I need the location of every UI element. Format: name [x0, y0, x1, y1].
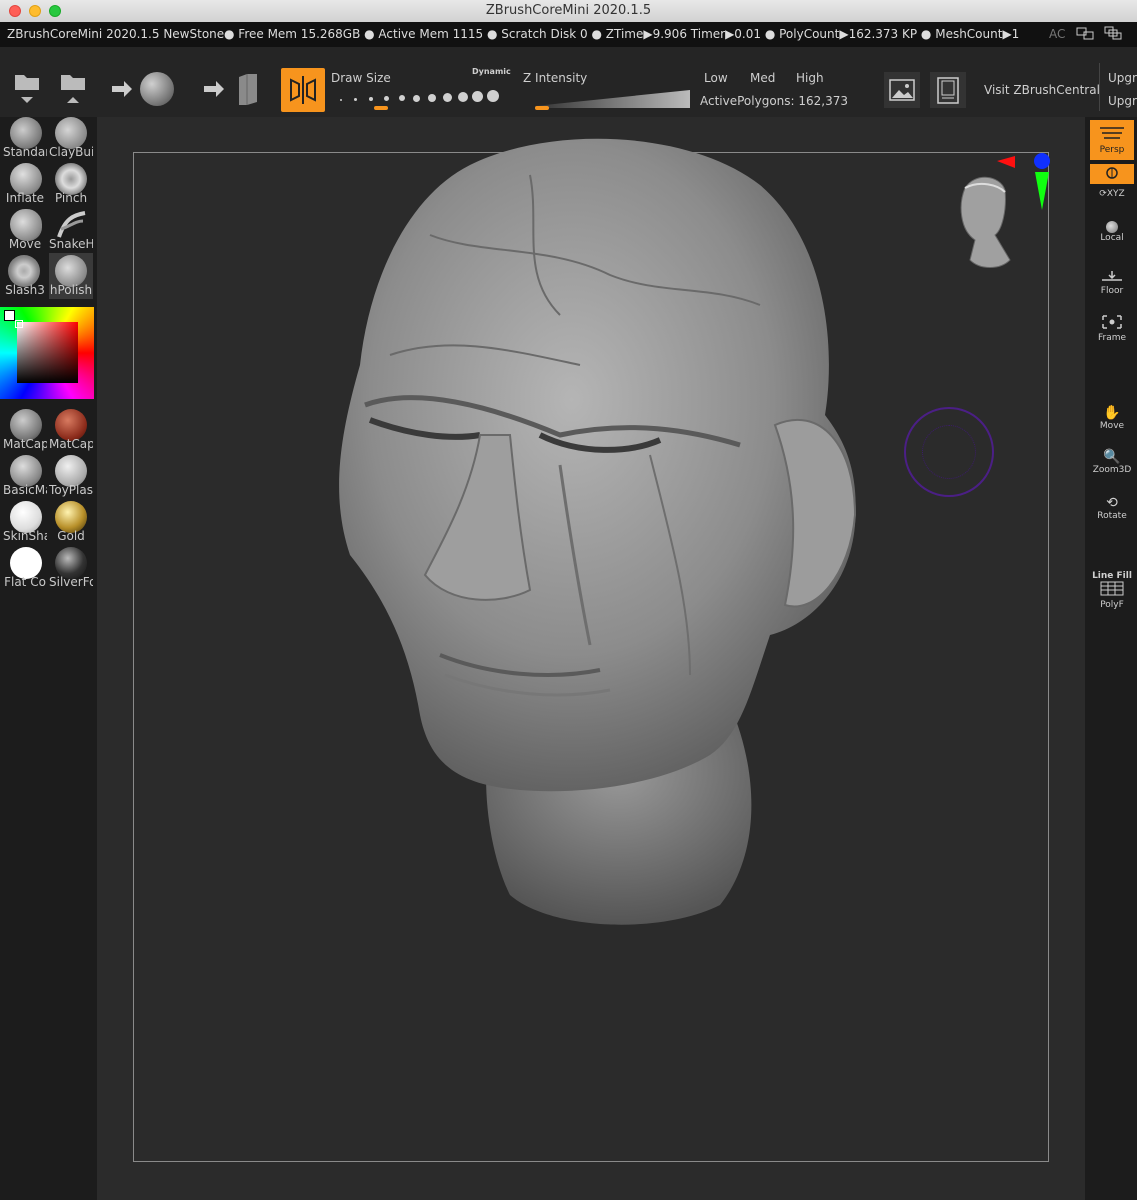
upgrade-button-1[interactable]: Upgr	[1108, 71, 1137, 85]
floor-grid-button[interactable]	[1090, 164, 1134, 184]
polygrid-icon	[1100, 581, 1124, 596]
status-bar: ZBrushCoreMini 2020.1.5 NewStone ● Free …	[0, 22, 1137, 47]
local-button[interactable]: Local	[1090, 221, 1134, 251]
persp-label: Persp	[1099, 145, 1125, 155]
rotate-label: Rotate	[1097, 511, 1127, 521]
material-label: SkinSha	[3, 529, 47, 543]
draw-size-label: Draw Size	[331, 71, 391, 85]
material-label: Flat Co	[4, 575, 46, 589]
frame-button[interactable]: Frame	[1090, 314, 1134, 344]
zoom3d-button[interactable]: 🔍 Zoom3D	[1090, 449, 1134, 483]
brush-label: Inflate	[5, 191, 45, 205]
med-button[interactable]: Med	[750, 71, 775, 85]
material-label: BasicMa	[3, 483, 47, 497]
local-sphere-icon	[1106, 221, 1118, 233]
polyframe-button[interactable]: Line Fill PolyF	[1090, 571, 1134, 611]
material-label: ToyPlas	[49, 483, 93, 497]
material-label: SilverFo	[49, 575, 93, 589]
main-color-swatch[interactable]	[4, 310, 15, 321]
brush-cursor-inner	[922, 425, 976, 479]
brush-label: hPolish	[49, 283, 93, 297]
local-label: Local	[1100, 233, 1124, 243]
move-label: Move	[1099, 421, 1125, 431]
brush-label: Move	[8, 237, 42, 251]
magnifier-icon: 🔍	[1103, 449, 1121, 465]
rotate-button[interactable]: ⟲ Rotate	[1090, 495, 1134, 529]
memory-stats-label: ● Free Mem 15.268GB ● Active Mem 1115 ● …	[224, 27, 1020, 41]
hand-icon: ✋	[1103, 405, 1121, 421]
save-file-icon[interactable]	[58, 71, 88, 111]
move-button[interactable]: ✋ Move	[1090, 405, 1134, 437]
brush-label: SnakeH	[49, 237, 93, 251]
left-shelf: Standar ClayBui Inflate Pinch Move Snake…	[0, 117, 97, 1200]
material-label: MatCap	[3, 437, 47, 451]
upgrade-button-2[interactable]: Upgr	[1108, 94, 1137, 108]
sculpt-head-model[interactable]	[330, 135, 890, 939]
brush-label: ClayBui	[49, 145, 93, 159]
floor-label: Floor	[1100, 286, 1124, 296]
open-file-icon[interactable]	[12, 71, 42, 111]
brush-label: Standar	[3, 145, 47, 159]
visit-zbrushcentral-button[interactable]: Visit ZBrushCentral	[984, 83, 1100, 97]
current-brush-sphere[interactable]	[140, 72, 174, 106]
frame-label: Frame	[1097, 333, 1127, 343]
color-cursor	[15, 320, 23, 328]
brush-label: Slash3	[5, 283, 45, 297]
z-intensity-label: Z Intensity	[523, 71, 588, 85]
layout-icon-2[interactable]	[1103, 25, 1125, 44]
zoom3d-label: Zoom3D	[1092, 465, 1132, 475]
persp-button[interactable]: Persp	[1090, 120, 1134, 160]
window-titlebar: ZBrushCoreMini 2020.1.5	[0, 0, 1137, 23]
draw-size-handle[interactable]	[374, 106, 388, 110]
symmetry-button[interactable]	[281, 68, 325, 112]
floor-button[interactable]: Floor	[1090, 269, 1134, 299]
layout-icon-1[interactable]	[1075, 25, 1097, 44]
z-intensity-handle[interactable]	[535, 106, 549, 110]
dynamic-label[interactable]: Dynamic	[472, 67, 511, 76]
polyf-label: PolyF	[1100, 600, 1124, 610]
ac-label: AC	[1049, 27, 1066, 41]
arrow-right-icon	[110, 79, 134, 103]
stroke-icon[interactable]	[236, 71, 260, 111]
image-icon[interactable]	[884, 72, 920, 108]
window-title: ZBrushCoreMini 2020.1.5	[485, 3, 652, 18]
material-label: Gold	[57, 529, 85, 543]
material-label: MatCap	[49, 437, 93, 451]
top-toolbar: Draw Size Dynamic Z Intensity Low Med Hi…	[0, 47, 1137, 117]
arrow-right-icon	[202, 79, 226, 103]
line-fill-label: Line Fill	[1092, 571, 1132, 581]
rotate-icon: ⟳	[1099, 189, 1107, 199]
right-shelf: Persp ⟳XYZ Local Floor Frame ✋ Move 🔍 Zo…	[1087, 117, 1137, 1200]
xyz-label: XYZ	[1106, 189, 1125, 199]
document-icon[interactable]	[930, 72, 966, 108]
low-button[interactable]: Low	[704, 71, 728, 85]
view-navigation-gizmo[interactable]	[950, 150, 1050, 284]
rotate-icon: ⟲	[1106, 495, 1118, 511]
app-name-label: ZBrushCoreMini 2020.1.5 NewStone	[7, 27, 225, 41]
active-polygons-label: ActivePolygons: 162,373	[700, 94, 849, 108]
high-button[interactable]: High	[796, 71, 824, 85]
xyz-button[interactable]: ⟳XYZ	[1090, 189, 1134, 209]
color-picker-square[interactable]	[17, 322, 78, 383]
z-intensity-slider[interactable]	[535, 90, 690, 108]
brush-label: Pinch	[54, 191, 88, 205]
